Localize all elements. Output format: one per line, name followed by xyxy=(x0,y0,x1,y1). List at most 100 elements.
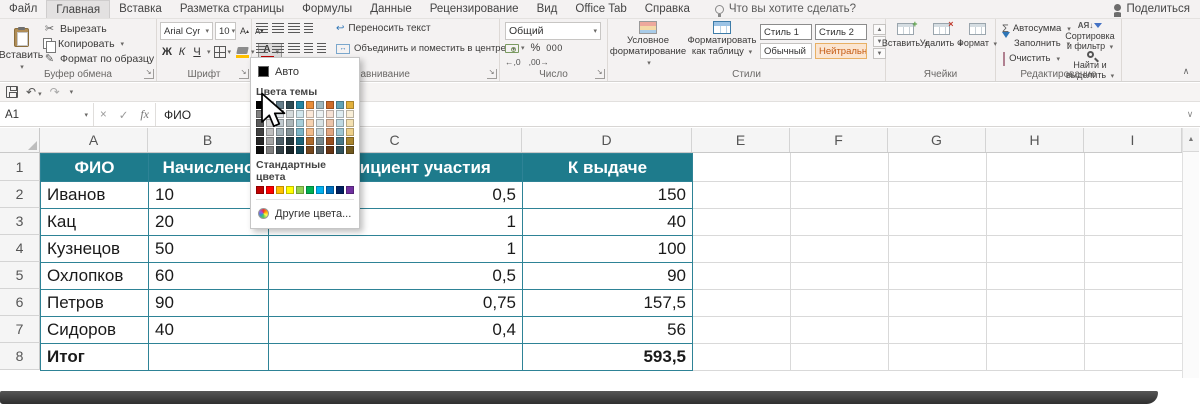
tint-swatch[interactable] xyxy=(306,119,314,127)
row-header-5[interactable]: 5 xyxy=(0,262,40,289)
cell-B8[interactable] xyxy=(149,344,269,371)
tint-swatch[interactable] xyxy=(336,137,344,145)
wrap-text-button[interactable]: ↩ Переносить текст xyxy=(336,23,431,34)
row-header-6[interactable]: 6 xyxy=(0,289,40,316)
tint-swatch[interactable] xyxy=(286,146,294,154)
tint-swatch[interactable] xyxy=(326,119,334,127)
select-all-button[interactable] xyxy=(0,128,40,153)
theme-color-swatch[interactable] xyxy=(336,101,344,109)
cell-A7[interactable]: Сидоров xyxy=(41,317,149,344)
row-header-4[interactable]: 4 xyxy=(0,235,40,262)
tint-swatch[interactable] xyxy=(336,146,344,154)
fill-button[interactable]: Заполнить▾ xyxy=(999,36,1063,51)
decrease-indent-icon[interactable] xyxy=(304,43,313,53)
tint-swatch[interactable] xyxy=(276,137,284,145)
copy-button[interactable]: Копировать▾ xyxy=(40,36,157,51)
cell-B5[interactable]: 60 xyxy=(149,263,269,290)
alignment-dialog-launcher[interactable]: ↘ xyxy=(487,69,497,79)
cell-D5[interactable]: 90 xyxy=(523,263,693,290)
standard-color-swatch[interactable] xyxy=(346,186,354,194)
theme-color-swatch[interactable] xyxy=(296,101,304,109)
tint-swatch[interactable] xyxy=(296,128,304,136)
delete-cells-button[interactable]: × Удалить ▾ xyxy=(923,23,959,69)
cancel-entry-button[interactable]: × xyxy=(100,109,107,121)
percent-format-button[interactable]: % xyxy=(531,42,541,54)
style-item-2[interactable]: Стиль 2 xyxy=(815,24,867,40)
style-item-1[interactable]: Стиль 1 xyxy=(760,24,812,40)
tint-swatch[interactable] xyxy=(326,128,334,136)
align-left-icon[interactable] xyxy=(256,43,268,53)
vertical-scrollbar[interactable]: ▲ xyxy=(1182,128,1199,378)
tint-swatch[interactable] xyxy=(296,110,304,118)
tint-swatch[interactable] xyxy=(306,137,314,145)
tint-swatch[interactable] xyxy=(316,146,324,154)
cell-A2[interactable]: Иванов xyxy=(41,182,149,209)
column-header-G[interactable]: G xyxy=(888,128,986,152)
orientation-icon[interactable] xyxy=(304,23,313,33)
cell-D4[interactable]: 100 xyxy=(523,236,693,263)
format-as-table-button[interactable]: Форматировать как таблицу ▾ xyxy=(686,21,758,69)
currency-format-button[interactable]: ▾ xyxy=(505,44,525,53)
underline-button[interactable]: Ч xyxy=(190,46,204,58)
align-top-icon[interactable] xyxy=(256,23,268,33)
insert-cells-button[interactable]: + Вставить ▾ xyxy=(887,23,923,69)
theme-color-swatch[interactable] xyxy=(326,101,334,109)
cell-D7[interactable]: 56 xyxy=(523,317,693,344)
confirm-entry-button[interactable]: ✓ xyxy=(119,108,129,122)
column-header-F[interactable]: F xyxy=(790,128,888,152)
share-button[interactable]: Поделиться xyxy=(1114,2,1190,17)
font-name-combo[interactable]: Arial Cyr▾ xyxy=(160,22,213,40)
standard-color-swatch[interactable] xyxy=(296,186,304,194)
increase-indent-icon[interactable] xyxy=(317,43,326,53)
theme-color-swatch[interactable] xyxy=(346,101,354,109)
cell-C6[interactable]: 0,75 xyxy=(269,290,523,317)
tab-разметка-страницы[interactable]: Разметка страницы xyxy=(171,0,293,18)
column-header-E[interactable]: E xyxy=(692,128,790,152)
tint-swatch[interactable] xyxy=(316,119,324,127)
tint-swatch[interactable] xyxy=(286,137,294,145)
cell-A6[interactable]: Петров xyxy=(41,290,149,317)
clipboard-dialog-launcher[interactable]: ↘ xyxy=(144,69,154,79)
column-header-I[interactable]: I xyxy=(1084,128,1182,152)
tint-swatch[interactable] xyxy=(266,146,274,154)
tint-swatch[interactable] xyxy=(306,128,314,136)
tint-swatch[interactable] xyxy=(336,128,344,136)
tint-swatch[interactable] xyxy=(346,128,354,136)
tint-swatch[interactable] xyxy=(346,137,354,145)
cell-B4[interactable]: 50 xyxy=(149,236,269,263)
standard-color-swatch[interactable] xyxy=(306,186,314,194)
number-dialog-launcher[interactable]: ↘ xyxy=(595,69,605,79)
cut-button[interactable]: ✂Вырезать xyxy=(40,21,157,36)
insert-function-button[interactable]: fx xyxy=(140,107,149,122)
theme-color-swatch[interactable] xyxy=(316,101,324,109)
merge-center-button[interactable]: ↔ Объединить и поместить в центре ▾ xyxy=(336,43,515,54)
more-colors-item[interactable]: Другие цвета... xyxy=(256,204,354,223)
gallery-more-button[interactable]: ▼ xyxy=(873,48,886,59)
name-box[interactable]: A1 ▾ xyxy=(0,103,94,126)
tint-swatch[interactable] xyxy=(296,137,304,145)
cell-A3[interactable]: Кац xyxy=(41,209,149,236)
column-header-A[interactable]: A xyxy=(40,128,148,152)
bold-button[interactable]: Ж xyxy=(160,46,174,58)
gallery-up-button[interactable]: ▲ xyxy=(873,24,886,35)
column-header-H[interactable]: H xyxy=(986,128,1084,152)
cell-C8[interactable] xyxy=(269,344,523,371)
standard-color-swatch[interactable] xyxy=(266,186,274,194)
increase-decimal-button[interactable]: ←,0 xyxy=(505,57,521,67)
cell-C5[interactable]: 0,5 xyxy=(269,263,523,290)
cell-D2[interactable]: 150 xyxy=(523,182,693,209)
style-item-neutral[interactable]: Нейтральный xyxy=(815,43,867,59)
theme-color-swatch[interactable] xyxy=(306,101,314,109)
cell-B7[interactable]: 40 xyxy=(149,317,269,344)
tint-swatch[interactable] xyxy=(336,119,344,127)
conditional-formatting-button[interactable]: Условное форматирование ▾ xyxy=(612,21,684,69)
cell-D8[interactable]: 593,5 xyxy=(523,344,693,371)
tab-главная[interactable]: Главная xyxy=(46,0,110,18)
clear-button[interactable]: Очистить▾ xyxy=(999,51,1063,66)
cell-C7[interactable]: 0,4 xyxy=(269,317,523,344)
align-middle-icon[interactable] xyxy=(272,23,284,33)
standard-color-swatch[interactable] xyxy=(286,186,294,194)
format-painter-button[interactable]: ✎Формат по образцу xyxy=(40,51,157,66)
font-dialog-launcher[interactable]: ↘ xyxy=(239,69,249,79)
align-bottom-icon[interactable] xyxy=(288,23,300,33)
